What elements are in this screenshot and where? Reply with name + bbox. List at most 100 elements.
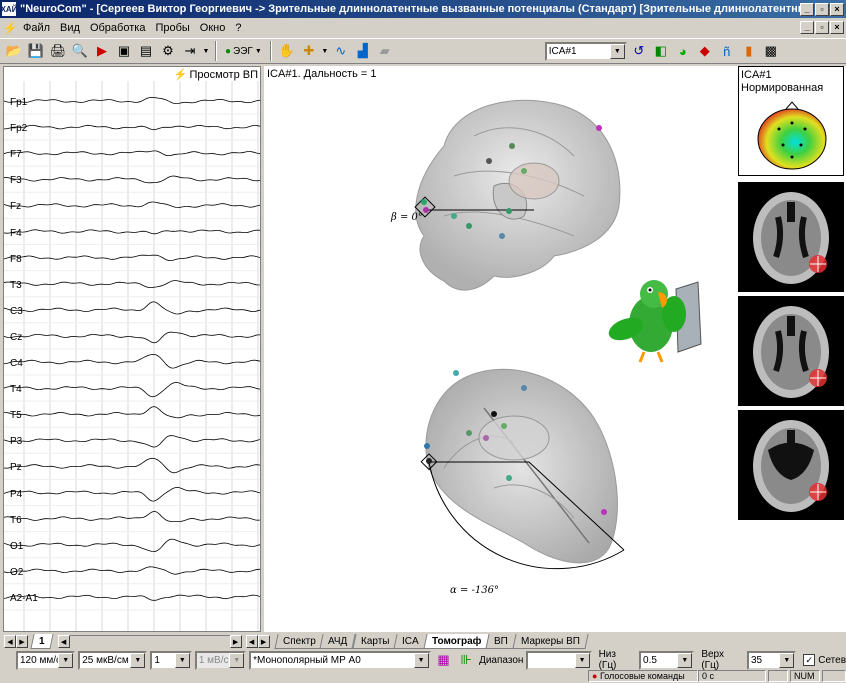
minimize-button[interactable]: _: [800, 2, 814, 16]
mri-slice-thumbnail[interactable]: [738, 182, 844, 292]
page-first-button[interactable]: ◀: [4, 635, 16, 648]
tab-next-button[interactable]: ▶: [257, 635, 270, 648]
mri-slice-thumbnail[interactable]: [738, 296, 844, 406]
head-3d-icon[interactable]: ◕: [673, 41, 693, 61]
eeg-horizontal-scrollbar[interactable]: [69, 635, 230, 648]
play-icon[interactable]: ▶: [92, 41, 112, 61]
export-icon[interactable]: ⇥: [180, 41, 200, 61]
range-combo[interactable]: ▼: [526, 650, 592, 670]
wave-icon[interactable]: ∿: [331, 41, 351, 61]
chevron-down-icon[interactable]: ▼: [779, 652, 795, 668]
diamond-icon[interactable]: ◆: [695, 41, 715, 61]
eeg-trace: [4, 381, 260, 398]
eeg-channel-label[interactable]: P3: [10, 436, 22, 447]
menu-help[interactable]: ?: [230, 22, 246, 34]
tab-vp-markers[interactable]: Маркеры ВП: [512, 634, 589, 649]
tab-frequency-response[interactable]: АЧД: [319, 634, 357, 649]
eeg-channel-label[interactable]: F7: [10, 149, 22, 160]
eeg-channel-label[interactable]: A2-A1: [10, 593, 38, 604]
tab-tomograph[interactable]: Томограф: [423, 634, 490, 649]
menu-view[interactable]: Вид: [55, 22, 85, 34]
open-icon[interactable]: 📂: [4, 41, 24, 61]
mdi-close-button[interactable]: ×: [830, 21, 844, 34]
speed-combo[interactable]: 120 мм/с ▼: [16, 650, 76, 670]
low-freq-combo[interactable]: 0.5 ▼: [639, 650, 695, 670]
tab-maps[interactable]: Карты: [352, 634, 398, 649]
eeg-button[interactable]: ● ЭЭГ ▼: [222, 41, 265, 61]
close-button[interactable]: ×: [830, 2, 844, 16]
export-dropdown-icon[interactable]: ▼: [202, 41, 210, 61]
eeg-channel-label[interactable]: O1: [10, 541, 23, 552]
montage-settings-icon[interactable]: ▦: [434, 650, 454, 670]
print-icon[interactable]: 🖨: [48, 41, 68, 61]
eeg-channel-label[interactable]: F3: [10, 175, 22, 186]
menu-tests[interactable]: Пробы: [150, 22, 194, 34]
eeg-channel-label[interactable]: Fp1: [10, 97, 27, 108]
eeg-channel-label[interactable]: T6: [10, 515, 22, 526]
eeg-channel-label[interactable]: Cz: [10, 332, 22, 343]
tab-ica[interactable]: ICA: [393, 634, 428, 649]
eeg-channel-label[interactable]: T5: [10, 410, 22, 421]
report-icon[interactable]: ▣: [114, 41, 134, 61]
sensitivity-combo[interactable]: 25 мкВ/см ▼: [78, 650, 148, 670]
tomography-icon[interactable]: ñ: [717, 41, 737, 61]
chevron-down-icon[interactable]: ▼: [130, 652, 146, 668]
tab-spectrum[interactable]: Спектр: [273, 634, 324, 649]
restore-button[interactable]: ▫: [815, 2, 829, 16]
color-scale-icon[interactable]: ▮: [739, 41, 759, 61]
tomograph-panel[interactable]: ICA#1. Дальность = 1 β = 0° α = -136° IC…: [264, 66, 846, 632]
spectrum-icon[interactable]: ▟: [353, 41, 373, 61]
brain-top-view[interactable]: [414, 358, 634, 603]
brain-side-view[interactable]: [384, 86, 634, 301]
factor-combo[interactable]: 1 ▼: [150, 650, 192, 670]
montage-combo[interactable]: *Монополярный МР А0 ▼: [249, 650, 431, 670]
hand-icon[interactable]: ✋: [277, 41, 297, 61]
print-preview-icon[interactable]: 🔍: [70, 41, 90, 61]
menu-processing[interactable]: Обработка: [85, 22, 150, 34]
range-icon[interactable]: ⊪: [456, 650, 476, 670]
eeg-channel-label[interactable]: Fp2: [10, 123, 27, 134]
network-filter-checkbox[interactable]: ✓: [803, 654, 816, 666]
map-icon[interactable]: ◧: [651, 41, 671, 61]
voice-commands-status[interactable]: ● Голосовые команды: [588, 670, 698, 682]
mdi-restore-button[interactable]: ▫: [815, 21, 829, 34]
chevron-down-icon[interactable]: ▼: [413, 652, 429, 668]
chevron-down-icon[interactable]: ▼: [677, 652, 693, 668]
high-freq-combo[interactable]: 35 ▼: [746, 650, 797, 670]
eeg-traces: [4, 81, 260, 631]
eeg-channel-label[interactable]: O2: [10, 567, 23, 578]
chevron-down-icon[interactable]: ▼: [609, 43, 625, 59]
eeg-channel-label[interactable]: C3: [10, 306, 23, 317]
eeg-channel-label[interactable]: F8: [10, 254, 22, 265]
settings-icon[interactable]: ⚙: [158, 41, 178, 61]
chevron-down-icon[interactable]: ▼: [174, 652, 190, 668]
mdi-minimize-button[interactable]: _: [800, 21, 814, 34]
tool-dropdown-icon[interactable]: ▼: [321, 41, 329, 61]
tab-prev-button[interactable]: ◀: [245, 635, 258, 648]
menu-window[interactable]: Окно: [195, 22, 231, 34]
page-tab-1[interactable]: 1: [30, 634, 54, 649]
eeg-channel-label[interactable]: Fz: [10, 201, 21, 212]
eeg-channel-label[interactable]: Pz: [10, 462, 22, 473]
chevron-down-icon[interactable]: ▼: [574, 652, 590, 668]
save-icon[interactable]: 💾: [26, 41, 46, 61]
eeg-channel-label[interactable]: P4: [10, 489, 22, 500]
chevron-down-icon[interactable]: ▼: [58, 652, 74, 668]
page-next-button[interactable]: ▶: [16, 635, 28, 648]
component-combo[interactable]: ICA#1 ▼: [544, 41, 627, 61]
eeg-channel-label[interactable]: T3: [10, 280, 22, 291]
slice-icon[interactable]: ▩: [761, 41, 781, 61]
ica-title: ICA#1. Дальность = 1: [267, 68, 377, 80]
cross-tool-icon[interactable]: ✚: [299, 41, 319, 61]
page-scroll-right-button[interactable]: ▶: [229, 635, 242, 648]
eeg-channel-label[interactable]: F4: [10, 228, 22, 239]
rotate-icon[interactable]: ↺: [629, 41, 649, 61]
menu-file[interactable]: Файл: [18, 22, 55, 34]
page-scroll-left-button[interactable]: ◀: [57, 635, 70, 648]
document-icon[interactable]: ▤: [136, 41, 156, 61]
topomap-thumbnail[interactable]: ICA#1 Нормированная: [738, 66, 844, 176]
eeg-view-panel[interactable]: ⚡ Просмотр ВП Fp1 Fp2 F7 F3 Fz F4 F8 T3 C3 Cz C4 T4…: [3, 66, 261, 632]
eeg-channel-label[interactable]: T4: [10, 384, 22, 395]
eeg-channel-label[interactable]: C4: [10, 358, 23, 369]
mri-slice-thumbnail[interactable]: [738, 410, 844, 520]
